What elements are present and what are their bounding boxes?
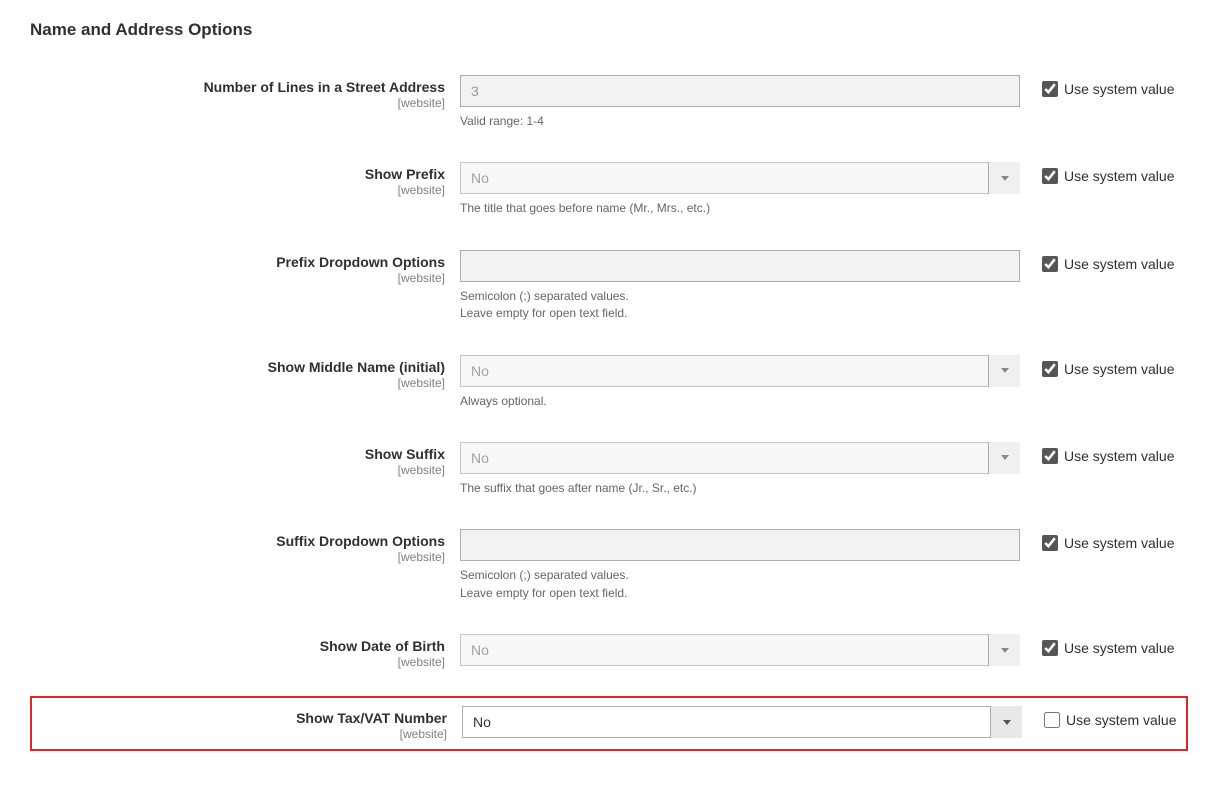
field-show-middle: Show Middle Name (initial) [website] No …	[30, 350, 1188, 415]
street-lines-input[interactable]	[460, 75, 1020, 107]
field-label: Prefix Dropdown Options	[276, 254, 445, 270]
label-col: Show Date of Birth [website]	[30, 634, 460, 669]
field-street-lines: Number of Lines in a Street Address [web…	[30, 70, 1188, 135]
field-label: Number of Lines in a Street Address	[204, 79, 445, 95]
input-col: No	[462, 706, 1022, 738]
checkbox-col: Use system value	[1020, 529, 1174, 551]
label-col: Prefix Dropdown Options [website]	[30, 250, 460, 285]
help-text: Semicolon (;) separated values. Leave em…	[460, 288, 1020, 323]
checkbox-col: Use system value	[1020, 442, 1174, 464]
use-system-label[interactable]: Use system value	[1064, 256, 1174, 272]
scope-label: [website]	[30, 96, 445, 110]
scope-label: [website]	[30, 550, 445, 564]
prefix-options-use-system-checkbox[interactable]	[1042, 256, 1058, 272]
street-lines-use-system-checkbox[interactable]	[1042, 81, 1058, 97]
select-wrap: No	[460, 634, 1020, 666]
field-suffix-options: Suffix Dropdown Options [website] Semico…	[30, 524, 1188, 607]
show-prefix-use-system-checkbox[interactable]	[1042, 168, 1058, 184]
use-system-label[interactable]: Use system value	[1064, 448, 1174, 464]
label-col: Show Prefix [website]	[30, 162, 460, 197]
use-system-label[interactable]: Use system value	[1064, 81, 1174, 97]
checkbox-col: Use system value	[1020, 162, 1174, 184]
field-label: Suffix Dropdown Options	[276, 533, 445, 549]
show-suffix-use-system-checkbox[interactable]	[1042, 448, 1058, 464]
field-label: Show Middle Name (initial)	[268, 359, 445, 375]
input-col: No The title that goes before name (Mr.,…	[460, 162, 1020, 217]
show-middle-select[interactable]: No	[460, 355, 1020, 387]
field-label: Show Prefix	[365, 166, 445, 182]
field-show-prefix: Show Prefix [website] No The title that …	[30, 157, 1188, 222]
input-col: Valid range: 1-4	[460, 75, 1020, 130]
use-system-label[interactable]: Use system value	[1066, 712, 1176, 728]
use-system-label[interactable]: Use system value	[1064, 535, 1174, 551]
checkbox-col: Use system value	[1020, 634, 1174, 656]
help-text: The title that goes before name (Mr., Mr…	[460, 200, 1020, 217]
scope-label: [website]	[30, 376, 445, 390]
select-wrap: No	[460, 162, 1020, 194]
field-show-suffix: Show Suffix [website] No The suffix that…	[30, 437, 1188, 502]
show-taxvat-select[interactable]: No	[462, 706, 1022, 738]
select-wrap: No	[462, 706, 1022, 738]
label-col: Suffix Dropdown Options [website]	[30, 529, 460, 564]
scope-label: [website]	[30, 271, 445, 285]
scope-label: [website]	[30, 183, 445, 197]
checkbox-col: Use system value	[1020, 250, 1174, 272]
select-wrap: No	[460, 442, 1020, 474]
scope-label: [website]	[30, 655, 445, 669]
scope-label: [website]	[30, 463, 445, 477]
input-col: No	[460, 634, 1020, 666]
field-show-dob: Show Date of Birth [website] No Use syst…	[30, 629, 1188, 674]
prefix-options-input[interactable]	[460, 250, 1020, 282]
select-wrap: No	[460, 355, 1020, 387]
field-prefix-options: Prefix Dropdown Options [website] Semico…	[30, 245, 1188, 328]
input-col: No Always optional.	[460, 355, 1020, 410]
scope-label: [website]	[32, 727, 447, 741]
use-system-label[interactable]: Use system value	[1064, 361, 1174, 377]
input-col: Semicolon (;) separated values. Leave em…	[460, 250, 1020, 323]
help-text: Semicolon (;) separated values. Leave em…	[460, 567, 1020, 602]
field-label: Show Suffix	[365, 446, 445, 462]
checkbox-col: Use system value	[1022, 706, 1176, 728]
show-dob-select[interactable]: No	[460, 634, 1020, 666]
label-col: Number of Lines in a Street Address [web…	[30, 75, 460, 110]
label-col: Show Suffix [website]	[30, 442, 460, 477]
checkbox-col: Use system value	[1020, 75, 1174, 97]
show-dob-use-system-checkbox[interactable]	[1042, 640, 1058, 656]
help-text: The suffix that goes after name (Jr., Sr…	[460, 480, 1020, 497]
label-col: Show Middle Name (initial) [website]	[30, 355, 460, 390]
help-text: Valid range: 1-4	[460, 113, 1020, 130]
section-title: Name and Address Options	[30, 20, 1188, 40]
field-show-taxvat: Show Tax/VAT Number [website] No Use sys…	[30, 696, 1188, 751]
use-system-label[interactable]: Use system value	[1064, 168, 1174, 184]
input-col: No The suffix that goes after name (Jr.,…	[460, 442, 1020, 497]
suffix-options-use-system-checkbox[interactable]	[1042, 535, 1058, 551]
checkbox-col: Use system value	[1020, 355, 1174, 377]
label-col: Show Tax/VAT Number [website]	[32, 706, 462, 741]
show-middle-use-system-checkbox[interactable]	[1042, 361, 1058, 377]
help-text: Always optional.	[460, 393, 1020, 410]
show-suffix-select[interactable]: No	[460, 442, 1020, 474]
use-system-label[interactable]: Use system value	[1064, 640, 1174, 656]
field-label: Show Tax/VAT Number	[296, 710, 447, 726]
field-label: Show Date of Birth	[320, 638, 445, 654]
show-prefix-select[interactable]: No	[460, 162, 1020, 194]
suffix-options-input[interactable]	[460, 529, 1020, 561]
show-taxvat-use-system-checkbox[interactable]	[1044, 712, 1060, 728]
input-col: Semicolon (;) separated values. Leave em…	[460, 529, 1020, 602]
